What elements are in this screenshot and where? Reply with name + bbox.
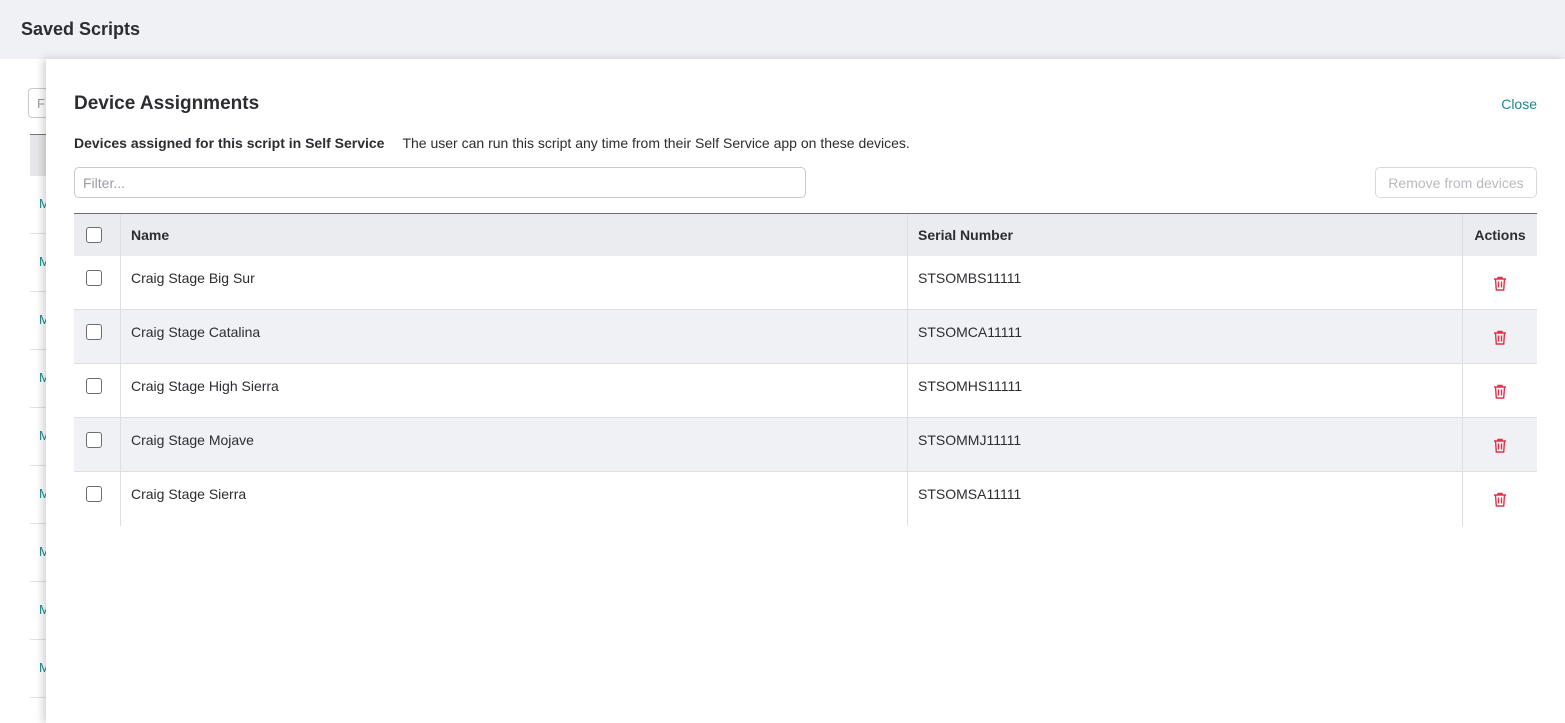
- column-header-serial[interactable]: Serial Number: [908, 214, 1463, 256]
- subtitle-heading: Devices assigned for this script in Self…: [74, 135, 385, 151]
- row-checkbox[interactable]: [86, 270, 102, 286]
- row-actions: [1463, 310, 1537, 363]
- table-row: Craig Stage Catalina STSOMCA11111: [74, 310, 1537, 364]
- column-header-actions: Actions: [1474, 227, 1526, 243]
- device-serial: STSOMMJ11111: [908, 418, 1463, 471]
- device-serial: STSOMSA11111: [908, 472, 1463, 526]
- row-checkbox[interactable]: [86, 432, 102, 448]
- filter-input[interactable]: [74, 167, 806, 198]
- trash-icon[interactable]: [1493, 276, 1507, 291]
- header-checkbox-cell: [74, 214, 121, 256]
- devices-table: Name Serial Number Actions Craig Stage B…: [74, 213, 1537, 526]
- row-checkbox[interactable]: [86, 486, 102, 502]
- row-checkbox-cell: [74, 310, 121, 363]
- device-name: Craig Stage Sierra: [121, 472, 908, 526]
- table-row: Craig Stage Sierra STSOMSA11111: [74, 472, 1537, 526]
- table-row: Craig Stage High Sierra STSOMHS11111: [74, 364, 1537, 418]
- trash-icon[interactable]: [1493, 438, 1507, 453]
- device-name: Craig Stage High Sierra: [121, 364, 908, 417]
- row-checkbox-cell: [74, 472, 121, 526]
- trash-icon[interactable]: [1493, 384, 1507, 399]
- device-name: Craig Stage Catalina: [121, 310, 908, 363]
- row-checkbox-cell: [74, 364, 121, 417]
- trash-icon[interactable]: [1493, 330, 1507, 345]
- device-serial: STSOMHS11111: [908, 364, 1463, 417]
- row-actions: [1463, 256, 1537, 309]
- page-title: Saved Scripts: [21, 19, 141, 39]
- table-header: Name Serial Number Actions: [74, 214, 1537, 256]
- select-all-checkbox[interactable]: [86, 227, 102, 243]
- page-header: Saved Scripts: [0, 0, 1565, 59]
- device-serial: STSOMCA11111: [908, 310, 1463, 363]
- row-checkbox[interactable]: [86, 324, 102, 340]
- modal-subtitle: Devices assigned for this script in Self…: [74, 135, 910, 151]
- table-row: Craig Stage Big Sur STSOMBS11111: [74, 256, 1537, 310]
- row-checkbox[interactable]: [86, 378, 102, 394]
- remove-from-devices-button[interactable]: Remove from devices: [1375, 167, 1537, 198]
- background-filter-placeholder: F: [37, 96, 45, 111]
- table-row: Craig Stage Mojave STSOMMJ11111: [74, 418, 1537, 472]
- trash-icon[interactable]: [1493, 492, 1507, 507]
- device-name: Craig Stage Mojave: [121, 418, 908, 471]
- row-actions: [1463, 364, 1537, 417]
- row-checkbox-cell: [74, 256, 121, 309]
- subtitle-description: The user can run this script any time fr…: [402, 135, 910, 151]
- column-header-name[interactable]: Name: [121, 214, 908, 256]
- row-checkbox-cell: [74, 418, 121, 471]
- row-actions: [1463, 418, 1537, 471]
- modal-title: Device Assignments: [74, 93, 260, 114]
- device-serial: STSOMBS11111: [908, 256, 1463, 309]
- device-assignments-panel: Device Assignments Close Devices assigne…: [46, 59, 1565, 723]
- device-name: Craig Stage Big Sur: [121, 256, 908, 309]
- close-button[interactable]: Close: [1501, 96, 1537, 112]
- row-actions: [1463, 472, 1537, 526]
